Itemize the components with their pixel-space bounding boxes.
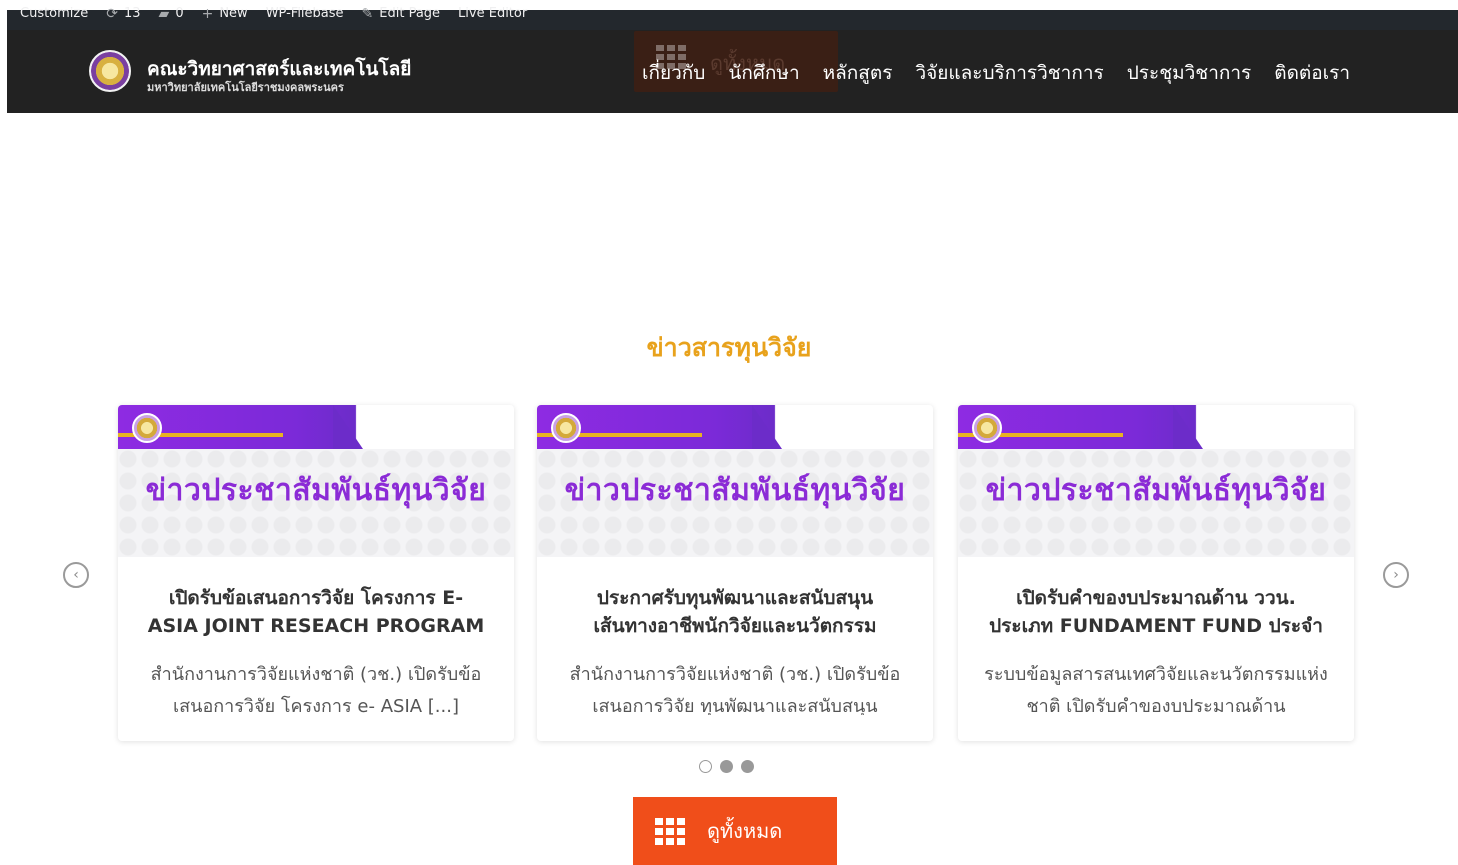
admin-wp-filebase[interactable]: WP-Filebase — [266, 6, 344, 21]
faculty-logo[interactable] — [89, 50, 131, 92]
admin-edit-page[interactable]: ✎ Edit Page — [362, 6, 441, 21]
university-seal-icon — [551, 413, 581, 443]
carousel-pagination — [699, 760, 754, 773]
grid-icon — [655, 817, 685, 845]
nav-item-about[interactable]: เกี่ยวกับ — [642, 58, 705, 88]
card-banner-image[interactable]: ข่าวประชาสัมพันธ์ทุนวิจัย — [958, 405, 1354, 557]
banner-band — [537, 405, 933, 449]
comment-icon: ▰ — [158, 5, 170, 22]
carousel-dot-1[interactable] — [699, 760, 712, 773]
carousel-dot-3[interactable] — [741, 760, 754, 773]
admin-live-editor-label: Live Editor — [458, 6, 528, 21]
carousel-dot-2[interactable] — [720, 760, 733, 773]
plus-icon: + — [201, 5, 214, 22]
card-excerpt: สำนักงานการวิจัยแห่งชาติ (วช.) เปิดรับข้… — [150, 664, 482, 715]
view-all-button[interactable]: ดูทั้งหมด — [633, 797, 837, 865]
banner-slant — [752, 405, 782, 449]
card-banner-image[interactable]: ข่าวประชาสัมพันธ์ทุนวิจัย — [537, 405, 933, 557]
news-card[interactable]: ข่าวประชาสัมพันธ์ทุนวิจัย เปิดรับคำของบป… — [958, 405, 1354, 741]
card-banner-image[interactable]: ข่าวประชาสัมพันธ์ทุนวิจัย — [118, 405, 514, 557]
banner-text: ข่าวประชาสัมพันธ์ทุนวิจัย — [145, 473, 487, 508]
banner-text: ข่าวประชาสัมพันธ์ทุนวิจัย — [564, 473, 906, 508]
site-header: คณะวิทยาศาสตร์และเทคโนโลยี มหาวิทยาลัยเท… — [7, 30, 1458, 113]
nav-item-conference[interactable]: ประชุมวิชาการ — [1127, 58, 1252, 88]
admin-bar: Customize ⟳ 13 ▰ 0 + New WP-Filebase ✎ E… — [0, 0, 1458, 30]
admin-updates-count: 13 — [123, 6, 141, 21]
nav-item-research-services[interactable]: วิจัยและบริการวิชาการ — [915, 58, 1103, 88]
banner-slant — [1173, 405, 1203, 449]
admin-comments-count: 0 — [175, 6, 184, 21]
nav-item-contact[interactable]: ติดต่อเรา — [1274, 58, 1350, 88]
section-title: ข่าวสารทุนวิจัย — [646, 333, 812, 362]
chevron-right-icon: › — [1393, 567, 1399, 583]
brand-subtitle: มหาวิทยาลัยเทคโนโลยีราชมงคลพระนคร — [147, 81, 344, 94]
admin-new-label: New — [219, 6, 248, 21]
refresh-icon: ⟳ — [106, 5, 118, 22]
admin-edit-page-label: Edit Page — [379, 6, 441, 21]
university-seal-icon — [972, 413, 1002, 443]
admin-updates[interactable]: ⟳ 13 — [106, 6, 140, 21]
nav-item-curriculum[interactable]: หลักสูตร — [823, 58, 893, 88]
news-card[interactable]: ข่าวประชาสัมพันธ์ทุนวิจัย ประกาศรับทุนพั… — [537, 405, 933, 741]
view-all-label: ดูทั้งหมด — [707, 819, 783, 843]
card-excerpt: สำนักงานการวิจัยแห่งชาติ (วช.) เปิดรับข้… — [569, 664, 901, 715]
admin-customize-label: Customize — [20, 6, 89, 21]
admin-bar-items: Customize ⟳ 13 ▰ 0 + New WP-Filebase ✎ E… — [20, 6, 527, 21]
banner-band — [118, 405, 514, 449]
admin-live-editor[interactable]: Live Editor — [458, 6, 527, 21]
card-excerpt: ระบบข้อมูลสารสนเทศวิจัยและนวัตกรรมแห่งชา… — [984, 664, 1328, 715]
chevron-left-icon: ‹ — [73, 567, 79, 583]
news-card[interactable]: ข่าวประชาสัมพันธ์ทุนวิจัย เปิดรับข้อเสนอ… — [118, 405, 514, 741]
card-title[interactable]: ประกาศรับทุนพัฒนาและสนับสนุน เส้นทางอาชี… — [553, 584, 917, 640]
banner-slant — [333, 405, 363, 449]
carousel-prev-button[interactable]: ‹ — [63, 562, 89, 588]
admin-new[interactable]: + New — [202, 6, 248, 21]
university-seal-icon — [132, 413, 162, 443]
card-title[interactable]: เปิดรับคำของบประมาณด้าน ววน. ประเภท FUND… — [974, 584, 1338, 640]
carousel-next-button[interactable]: › — [1383, 562, 1409, 588]
card-title[interactable]: เปิดรับข้อเสนอการวิจัย โครงการ E- ASIA J… — [134, 584, 498, 640]
banner-text: ข่าวประชาสัมพันธ์ทุนวิจัย — [985, 473, 1327, 508]
nav-item-students[interactable]: นักศึกษา — [728, 58, 799, 88]
banner-band — [958, 405, 1354, 449]
admin-comments[interactable]: ▰ 0 — [159, 6, 184, 21]
main-nav: เกี่ยวกับ นักศึกษา หลักสูตร วิจัยและบริก… — [642, 58, 1350, 88]
pencil-icon: ✎ — [361, 5, 374, 22]
admin-wp-filebase-label: WP-Filebase — [265, 6, 344, 21]
admin-customize[interactable]: Customize — [20, 6, 88, 21]
